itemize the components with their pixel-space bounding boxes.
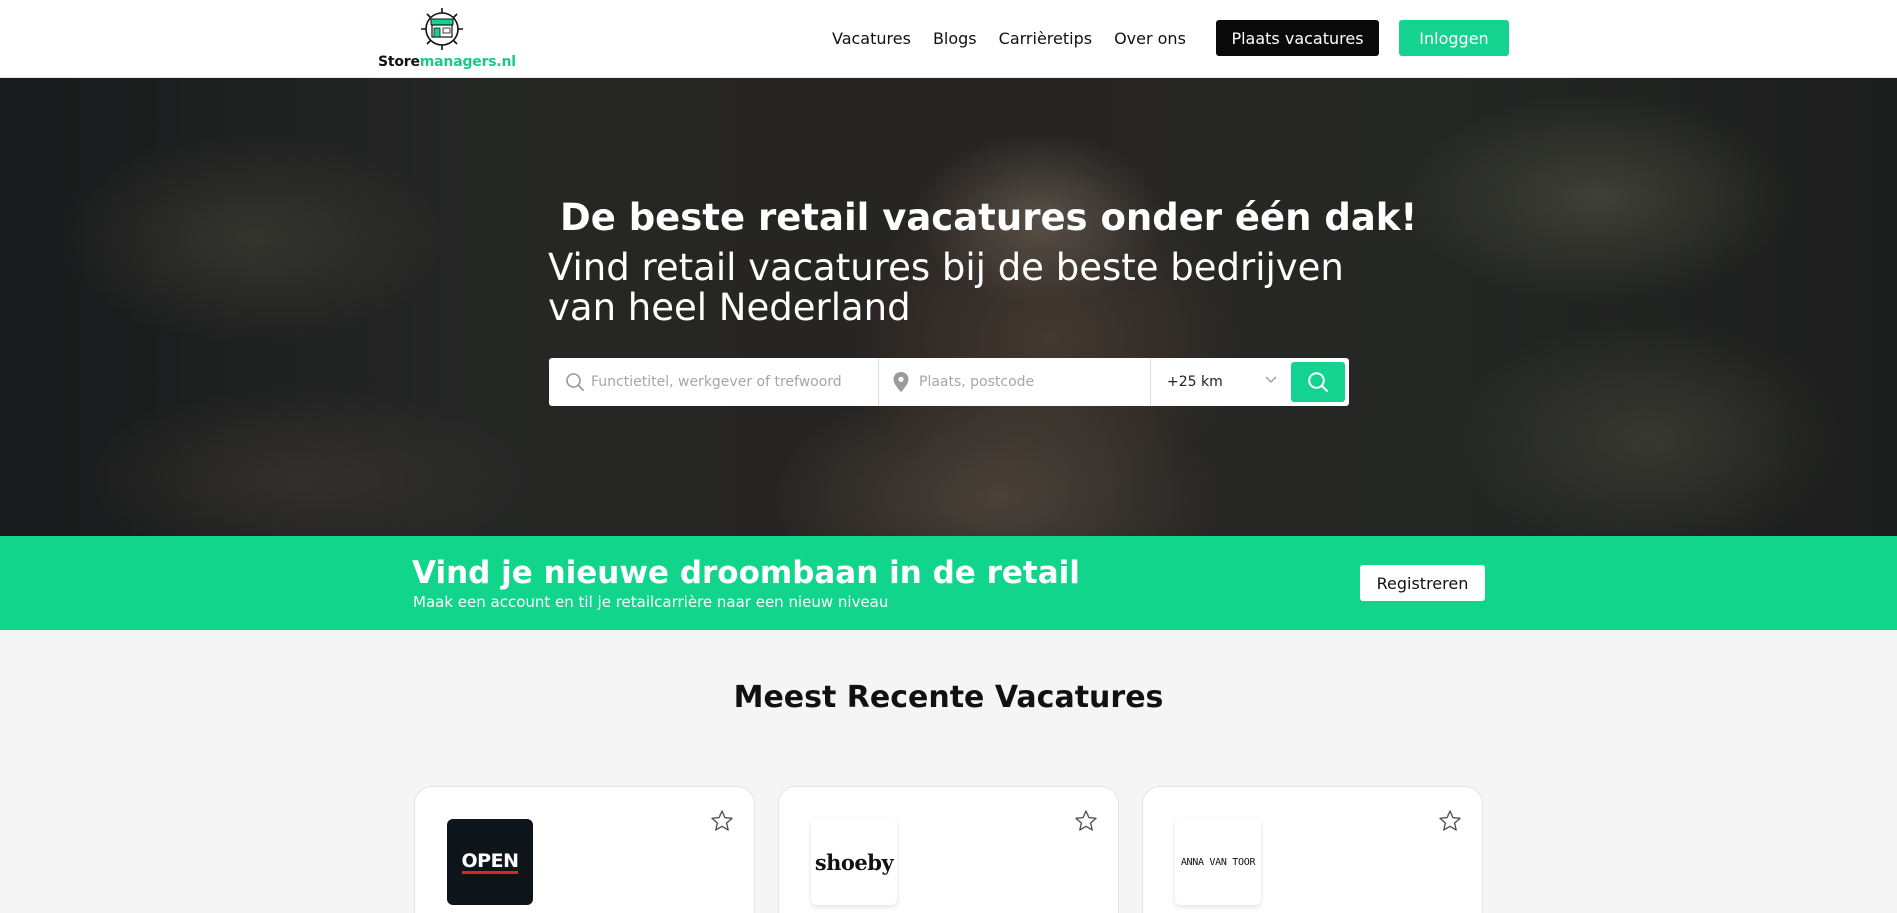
nav-blogs[interactable]: Blogs: [933, 29, 977, 48]
keyword-search-input[interactable]: Functietitel, werkgever of trefwoord: [549, 358, 879, 406]
keyword-placeholder: Functietitel, werkgever of trefwoord: [591, 374, 842, 390]
main-nav: Vacatures Blogs Carrièretips Over ons: [832, 20, 1208, 56]
job-card[interactable]: ANNA VAN TOOR: [1142, 786, 1483, 913]
search-submit-button[interactable]: [1291, 362, 1345, 402]
banner-subtitle: Maak een account en til je retailcarrièr…: [413, 593, 889, 611]
radius-select[interactable]: +25 km: [1151, 358, 1289, 406]
hero-section: De beste retail vacatures onder één dak!…: [0, 78, 1897, 536]
nav-vacatures[interactable]: Vacatures: [832, 29, 911, 48]
location-search-input[interactable]: Plaats, postcode: [879, 358, 1151, 406]
chevron-down-icon: [1265, 376, 1277, 383]
banner-title: Vind je nieuwe droombaan in de retail: [412, 555, 1080, 591]
company-logo-open: OPEN: [447, 819, 533, 905]
job-card[interactable]: OPEN: [414, 786, 755, 913]
nav-over-ons[interactable]: Over ons: [1114, 29, 1186, 48]
hero-subtitle: Vind retail vacatures bij de beste bedri…: [548, 246, 1344, 329]
recent-jobs-title: Meest Recente Vacatures: [733, 680, 1164, 715]
map-pin-icon: [893, 372, 909, 392]
radius-value: +25 km: [1167, 374, 1223, 390]
login-button[interactable]: Inloggen: [1399, 20, 1509, 56]
register-banner: Vind je nieuwe droombaan in de retail Ma…: [0, 536, 1897, 630]
company-logo-anna-van-toor: ANNA VAN TOOR: [1175, 819, 1261, 905]
company-logo-text: shoeby: [814, 849, 894, 875]
search-icon: [1308, 372, 1329, 393]
star-icon[interactable]: [1074, 809, 1098, 833]
company-logo-shoeby: shoeby: [811, 819, 897, 905]
post-jobs-button[interactable]: Plaats vacatures: [1216, 20, 1379, 56]
nav-carrieretips[interactable]: Carrièretips: [999, 29, 1092, 48]
hero-title: De beste retail vacatures onder één dak!: [560, 196, 1418, 239]
location-placeholder: Plaats, postcode: [919, 374, 1035, 390]
site-logo[interactable]: Storemanagers.nl: [378, 4, 516, 74]
job-search-bar: Functietitel, werkgever of trefwoord Pla…: [549, 358, 1349, 406]
company-logo-text: ANNA VAN TOOR: [1180, 856, 1256, 868]
site-header: Storemanagers.nl Vacatures Blogs Carrièr…: [0, 0, 1897, 78]
storefront-gear-icon: [421, 8, 463, 50]
job-card[interactable]: shoeby: [778, 786, 1119, 913]
star-icon[interactable]: [1438, 809, 1462, 833]
star-icon[interactable]: [710, 809, 734, 833]
register-button[interactable]: Registreren: [1360, 565, 1485, 601]
logo-wordmark: Storemanagers.nl: [378, 54, 516, 70]
company-logo-text: OPEN: [461, 849, 519, 874]
search-icon: [566, 373, 584, 391]
